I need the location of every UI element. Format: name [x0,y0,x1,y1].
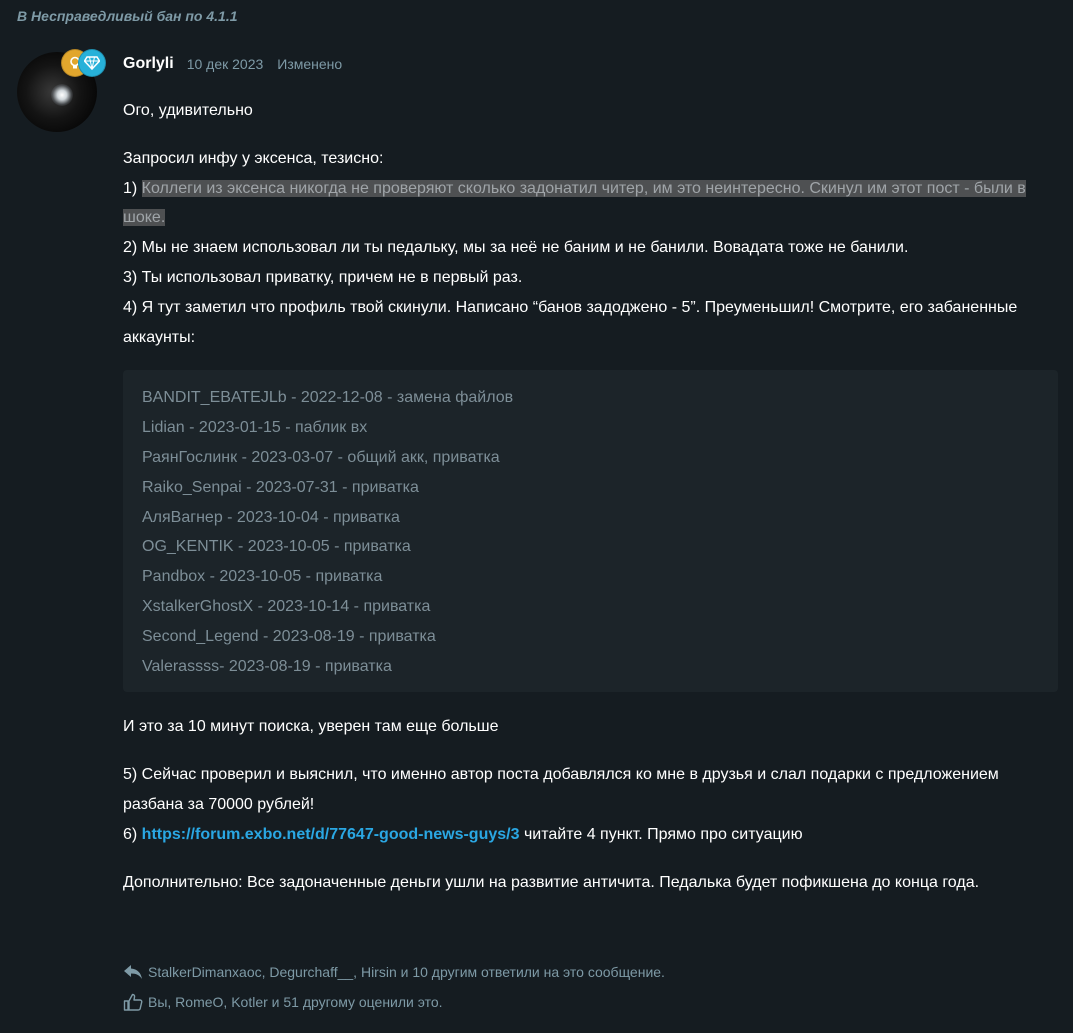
reply-icon [123,964,143,980]
banned-account-line: Raiko_Senpai - 2023-07-31 - приватка [142,478,419,496]
banned-account-line: Second_Legend - 2023-08-19 - приватка [142,627,436,645]
post-header: Gorlyli 10 дек 2023 Изменено [123,53,342,75]
banned-account-line: АляВагнер - 2023-10-04 - приватка [142,508,400,526]
username[interactable]: Gorlyli [123,55,174,73]
post-body: Ого, удивительно Запросил инфу у эксенса… [123,96,1058,915]
post-intro: Ого, удивительно [123,102,253,119]
banned-account-line: Valerassss- 2023-08-19 - приватка [142,657,392,675]
point1-highlighted-text: Коллеги из эксенса никогда не проверяют … [123,179,1026,227]
banned-account-line: Lidian - 2023-01-15 - паблик вх [142,419,368,437]
likes-text[interactable]: Вы, RomeO, Kotler и 51 другому оценили э… [148,994,443,1010]
banned-account-line: Pandbox - 2023-10-05 - приватка [142,568,383,586]
replies-text[interactable]: StalkerDimanxaoc, Degurchaff__, Hirsin и… [148,964,665,980]
banned-accounts-block: BANDIT_EBATEJLb - 2022-12-08 - замена фа… [123,370,1058,693]
post-points-2: 5) Сейчас проверил и выяснил, что именно… [123,760,1058,849]
banned-account-line: OG_KENTIK - 2023-10-05 - приватка [142,538,411,556]
after-list-text: И это за 10 минут поиска, уверен там еще… [123,718,499,736]
discussion-link[interactable]: В Несправедливый бан по 4.1.1 [17,8,238,24]
post-points: Запросил инфу у эксенса, тезисно: 1) Кол… [123,144,1058,353]
banned-account-line: BANDIT_EBATEJLb - 2022-12-08 - замена фа… [142,389,514,407]
post-date[interactable]: 10 дек 2023 [187,56,264,72]
forum-link[interactable]: https://forum.exbo.net/d/77647-good-news… [142,826,520,843]
diamond-icon[interactable] [78,49,106,77]
replies-summary: StalkerDimanxaoc, Degurchaff__, Hirsin и… [123,962,665,982]
point1-prefix: 1) [123,179,142,197]
additional-text: Дополнительно: Все задоначенные деньги у… [123,873,980,891]
likes-summary: Вы, RomeO, Kotler и 51 другому оценили э… [123,992,443,1012]
point5: 5) Сейчас проверил и выяснил, что именно… [123,766,999,813]
banned-account-line: XstalkerGhostX - 2023-10-14 - приватка [142,597,431,615]
edited-label[interactable]: Изменено [277,56,342,72]
point4: 4) Я тут заметил что профиль твой скинул… [123,298,1018,346]
point6-suffix: читайте 4 пункт. Прямо про ситуацию [519,825,803,843]
diamond-glyph [84,56,100,70]
banned-account-line: РаянГослинк - 2023-03-07 - общий акк, пр… [142,448,500,466]
request-line: Запросил инфу у эксенса, тезисно: [123,149,384,167]
avatar-flare [51,84,73,106]
point3: 3) Ты использовал приватку, причем не в … [123,268,523,286]
point6-prefix: 6) [123,825,142,843]
point2: 2) Мы не знаем использовал ли ты педальк… [123,239,909,257]
thumbs-up-icon [123,993,143,1011]
